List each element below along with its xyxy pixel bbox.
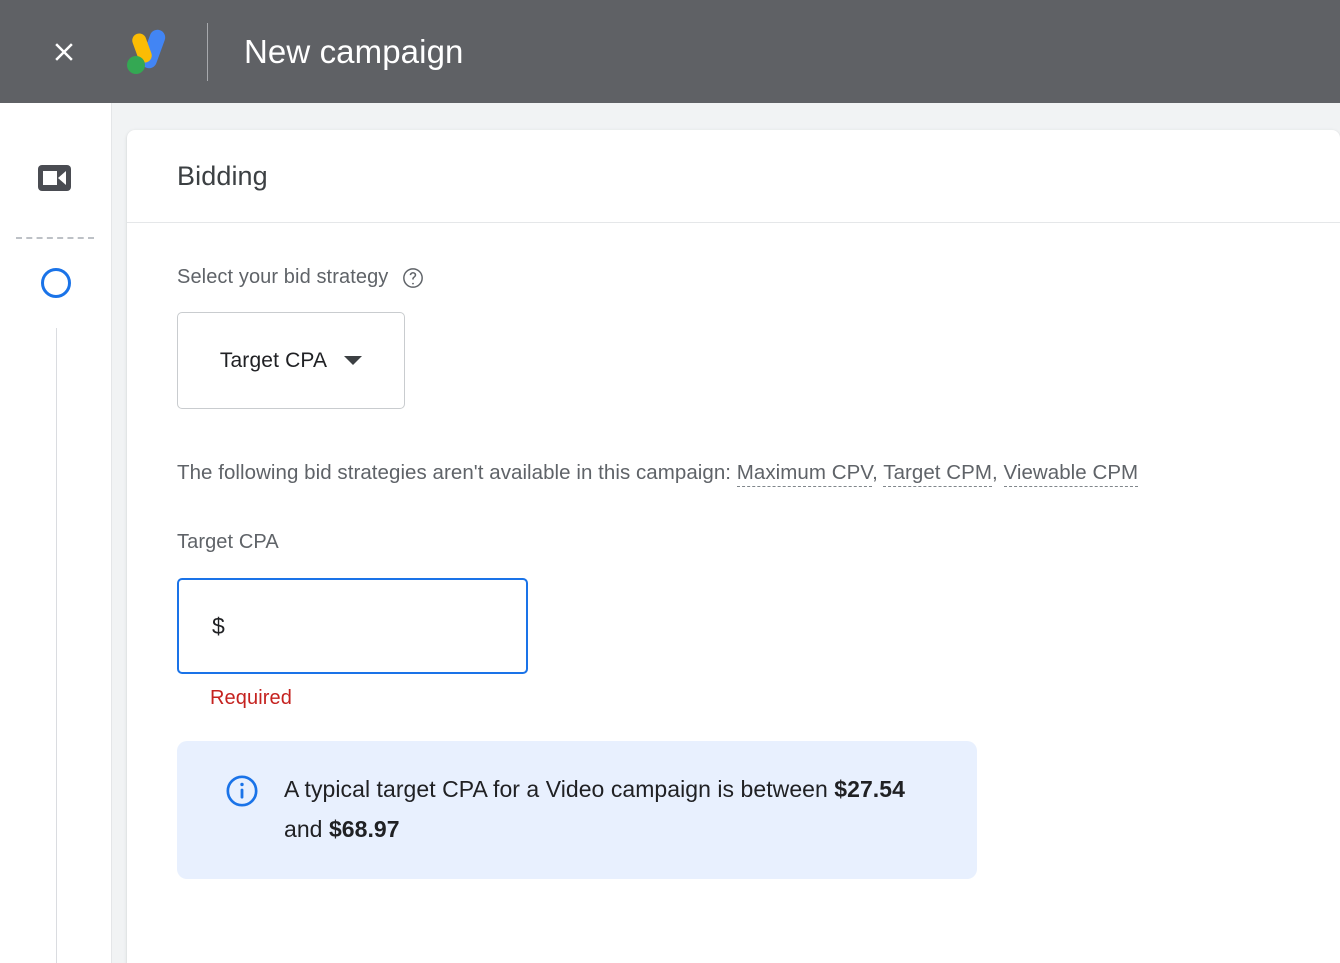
video-camera-icon[interactable] <box>38 163 74 193</box>
stepper-dashed-divider <box>16 237 94 239</box>
google-ads-logo <box>122 24 174 80</box>
target-cpa-label: Target CPA <box>177 531 1290 554</box>
tooltip-target-cpm[interactable]: Target CPM <box>883 461 992 487</box>
info-text-part-1: A typical target CPA for a Video campaig… <box>284 776 834 802</box>
target-cpa-error: Required <box>210 687 1290 710</box>
card-title: Bidding <box>177 161 268 192</box>
typical-cpa-low: $27.54 <box>834 776 905 802</box>
chevron-down-icon <box>344 356 362 365</box>
card-body: Select your bid strategy Target CPA Th <box>127 266 1340 879</box>
card-header: Bidding <box>127 130 1340 223</box>
bid-strategy-label: Select your bid strategy <box>177 266 388 289</box>
unavailable-strategies-note: The following bid strategies aren't avai… <box>177 453 1290 493</box>
typical-cpa-high: $68.97 <box>329 816 400 842</box>
stepper-current-step[interactable] <box>41 268 71 298</box>
help-icon[interactable] <box>402 267 424 289</box>
stepper-connector-line <box>56 328 57 963</box>
note-separator-2: , <box>992 461 1004 484</box>
bid-strategy-select[interactable]: Target CPA <box>177 312 405 409</box>
main-content: Bidding Select your bid strategy Target … <box>112 103 1340 963</box>
workspace: Bidding Select your bid strategy Target … <box>0 103 1340 963</box>
info-icon <box>225 774 259 808</box>
target-cpa-input[interactable] <box>229 613 479 640</box>
bidding-card: Bidding Select your bid strategy Target … <box>127 130 1340 963</box>
close-icon <box>49 37 79 67</box>
page-title: New campaign <box>244 35 463 68</box>
top-app-bar: New campaign <box>0 0 1340 103</box>
tooltip-viewable-cpm[interactable]: Viewable CPM <box>1004 461 1139 487</box>
typical-cpa-info-box: A typical target CPA for a Video campaig… <box>177 741 977 879</box>
appbar-divider <box>207 23 208 81</box>
currency-prefix: $ <box>212 613 225 640</box>
bid-strategy-selected-value: Target CPA <box>220 349 327 373</box>
note-separator-1: , <box>872 461 883 484</box>
unavailable-note-prefix: The following bid strategies aren't avai… <box>177 461 737 484</box>
target-cpa-input-wrapper[interactable]: $ <box>177 578 528 674</box>
info-text-part-2: and <box>284 816 329 842</box>
stepper-rail <box>0 103 112 963</box>
tooltip-maximum-cpv[interactable]: Maximum CPV <box>737 461 872 487</box>
bid-strategy-label-row: Select your bid strategy <box>177 266 1290 289</box>
close-button[interactable] <box>36 24 92 80</box>
typical-cpa-info-text: A typical target CPA for a Video campaig… <box>284 769 947 849</box>
